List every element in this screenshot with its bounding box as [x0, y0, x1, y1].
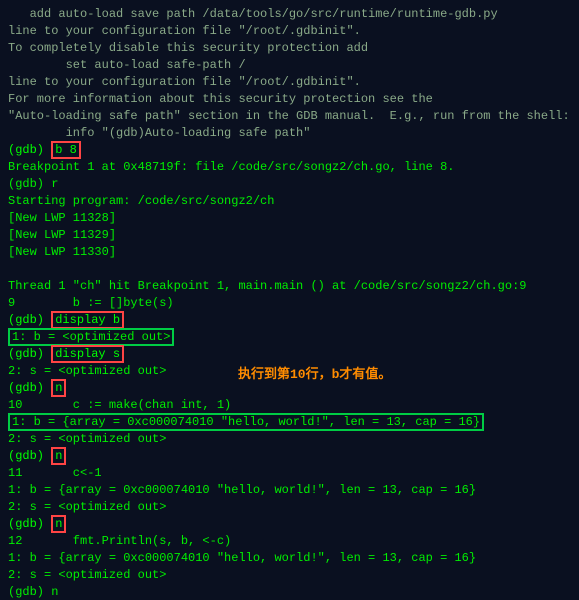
annotation-container: (gdb) n 执行到第10行，b才有值。 — [8, 380, 571, 397]
line-b-array-1: 1: b = {array = 0xc000074010 "hello, wor… — [8, 414, 571, 431]
line-6: For more information about this security… — [8, 91, 571, 108]
line-s-optimized-2: 2: s = <optimized out> — [8, 431, 571, 448]
line-starting: Starting program: /code/src/songz2/ch — [8, 193, 571, 210]
line-s-optimized-3: 2: s = <optimized out> — [8, 499, 571, 516]
line-8: info "(gdb)Auto-loading safe path" — [8, 125, 571, 142]
line-11-chan-send: 11 c<-1 — [8, 465, 571, 482]
line-4: set auto-load safe-path / — [8, 57, 571, 74]
line-lwp1: [New LWP 11328] — [8, 210, 571, 227]
terminal-window: add auto-load save path /data/tools/go/s… — [0, 0, 579, 600]
line-gdb-n1: (gdb) n — [8, 380, 571, 397]
line-b-optimized: 1: b = <optimized out> — [8, 329, 571, 346]
line-7: "Auto-loading safe path" section in the … — [8, 108, 571, 125]
line-gdb-display-s: (gdb) display s — [8, 346, 571, 363]
line-gdb-r: (gdb) r — [8, 176, 571, 193]
line-9-byteslice: 9 b := []byte(s) — [8, 295, 571, 312]
line-breakpoint: Breakpoint 1 at 0x48719f: file /code/src… — [8, 159, 571, 176]
line-5: line to your configuration file "/root/.… — [8, 74, 571, 91]
line-gdb-display-b: (gdb) display b — [8, 312, 571, 329]
annotation-text: 执行到第10行，b才有值。 — [238, 363, 391, 382]
line-1: add auto-load save path /data/tools/go/s… — [8, 6, 571, 23]
line-lwp3: [New LWP 11330] — [8, 244, 571, 261]
line-lwp2: [New LWP 11329] — [8, 227, 571, 244]
line-s-optimized-4: 2: s = <optimized out> — [8, 567, 571, 584]
line-gdb-n4: (gdb) n — [8, 584, 571, 600]
line-b-array-3: 1: b = {array = 0xc000074010 "hello, wor… — [8, 550, 571, 567]
line-blank — [8, 261, 571, 278]
line-gdb-b8: (gdb) b 8 — [8, 142, 571, 159]
line-12-println: 12 fmt.Println(s, b, <-c) — [8, 533, 571, 550]
line-10-make-chan: 10 c := make(chan int, 1) — [8, 397, 571, 414]
line-thread-hit: Thread 1 "ch" hit Breakpoint 1, main.mai… — [8, 278, 571, 295]
line-gdb-n3: (gdb) n — [8, 516, 571, 533]
line-b-array-2: 1: b = {array = 0xc000074010 "hello, wor… — [8, 482, 571, 499]
line-2: line to your configuration file "/root/.… — [8, 23, 571, 40]
line-3: To completely disable this security prot… — [8, 40, 571, 57]
line-gdb-n2: (gdb) n — [8, 448, 571, 465]
